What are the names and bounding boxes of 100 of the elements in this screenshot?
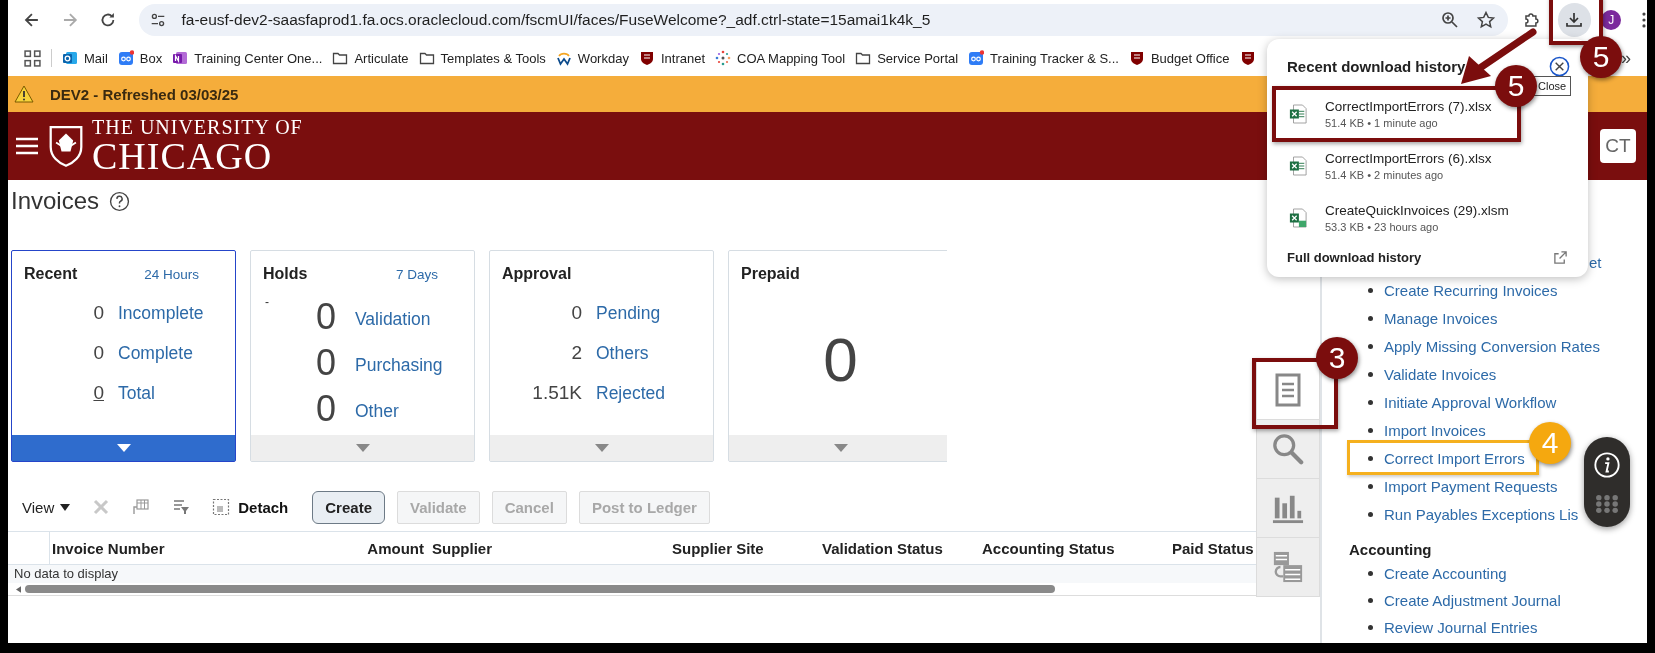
bookmark[interactable]: Box <box>117 50 163 66</box>
task-link[interactable]: et <box>1589 253 1602 271</box>
task-link[interactable]: Correct Import Errors <box>1384 449 1525 467</box>
column-header[interactable]: Amount <box>326 539 430 557</box>
summary-tile[interactable]: Holds 7 Days - 0 Validation 0 Purchasing 0 Other <box>250 250 475 462</box>
task-link[interactable]: Create Recurring Invoices <box>1384 281 1558 299</box>
logo-text: THE UNIVERSITY OF <box>92 117 303 137</box>
download-item[interactable]: CreateQuickInvoices (29).xlsm 53.3 KB • 23 hours ago <box>1267 196 1517 240</box>
summary-tile[interactable]: Prepaid 0 <box>728 250 947 462</box>
column-header[interactable]: Supplier <box>430 539 670 557</box>
help-icon[interactable] <box>109 190 131 212</box>
column-header[interactable]: Invoice Number <box>50 539 326 557</box>
tile-title: Recent <box>24 265 78 283</box>
export-table-icon[interactable] <box>132 498 151 516</box>
star-icon[interactable] <box>1475 10 1496 30</box>
period-link[interactable]: 24 Hours <box>144 267 199 282</box>
count-link[interactable]: Rejected <box>596 381 713 405</box>
workday-icon <box>555 50 572 66</box>
download-icon <box>1564 10 1585 30</box>
spreadsheet-icon <box>1289 156 1307 176</box>
bookmark[interactable]: Budget Office <box>1128 50 1230 66</box>
count-value: 0 <box>92 301 104 325</box>
mail-app-icon <box>62 50 78 66</box>
caret-icon <box>355 444 370 452</box>
count-link[interactable]: Incomplete <box>118 301 235 325</box>
task-link[interactable]: Create Accounting <box>1384 565 1507 582</box>
count-link[interactable]: Other <box>355 389 474 431</box>
task-link[interactable]: Create Adjustment Journal <box>1384 592 1561 609</box>
file-details: 51.4 KB • 1 minute ago <box>1325 117 1439 129</box>
bookmark[interactable]: Training Center One... <box>172 50 323 66</box>
url-text: fa-eusf-dev2-saasfaprod1.fa.ocs.oraclecloud.com/fscmUI/faces/FuseWelcome?_adf.ctrl-state=15amai1k4k_5 <box>181 11 931 29</box>
logo-text: CHICAGO <box>92 137 274 175</box>
task-link[interactable]: Import Invoices <box>1384 421 1486 439</box>
bookmark[interactable]: COA Mapping Tool <box>715 50 846 66</box>
side-tab[interactable] <box>1256 420 1320 479</box>
macro-spreadsheet-icon <box>1289 208 1307 228</box>
zoom-icon[interactable] <box>1439 10 1460 30</box>
file-name: CorrectImportErrors (7).xlsx <box>1325 99 1492 114</box>
close-icon[interactable] <box>1549 55 1570 77</box>
task-link[interactable]: Review Journal Entries <box>1384 619 1538 636</box>
task-link[interactable]: Initiate Approval Workflow <box>1384 393 1557 411</box>
horizontal-scrollbar[interactable] <box>8 583 1256 596</box>
count-value: 0 <box>314 297 336 339</box>
menu-icon[interactable] <box>1641 10 1647 30</box>
download-button[interactable] <box>1557 3 1592 37</box>
count-link[interactable]: Pending <box>596 301 713 325</box>
detach-link[interactable]: Detach <box>238 498 289 516</box>
filter-icon[interactable] <box>172 498 191 516</box>
column-header[interactable]: Paid Status <box>1170 539 1256 557</box>
count-value: 0 <box>92 341 104 365</box>
bookmark[interactable]: Articulate <box>332 50 409 66</box>
spreadsheet-icon <box>1289 104 1307 124</box>
count-link[interactable]: Others <box>596 341 713 365</box>
file-details: 53.3 KB • 23 hours ago <box>1325 221 1440 233</box>
count-value: 0 <box>823 323 858 395</box>
menu-icon[interactable] <box>16 137 38 155</box>
view-menu[interactable]: View <box>22 498 55 516</box>
count-link[interactable]: Validation <box>355 297 474 339</box>
bookmark[interactable]: Intranet <box>638 50 705 66</box>
period-link[interactable]: 7 Days <box>395 267 438 282</box>
keypad-icon <box>1595 493 1619 514</box>
count-link[interactable]: Purchasing <box>355 343 474 385</box>
count-link[interactable]: Complete <box>118 341 235 365</box>
address-bar[interactable]: fa-eusf-dev2-saasfaprod1.fa.ocs.oraclecloud.com/fscmUI/faces/FuseWelcome?_adf.ctrl-state=15amai1k4k_5 <box>139 4 1508 36</box>
empty-message: No data to display <box>8 565 1256 583</box>
column-header[interactable]: Supplier Site <box>670 539 820 557</box>
page-title: Invoices <box>11 187 100 215</box>
count-link[interactable]: Total <box>118 381 235 405</box>
count-value: 0 <box>570 301 582 325</box>
summary-tile[interactable]: Approval 0 Pending 2 Others 1.51K Rejected <box>489 250 714 462</box>
full-history-link[interactable]: Full download history <box>1287 250 1422 265</box>
shield-icon[interactable] <box>1239 50 1256 66</box>
help-widget[interactable] <box>1584 437 1630 527</box>
bookmark[interactable]: Workday <box>555 50 629 66</box>
more-bookmarks[interactable]: » <box>1621 47 1631 69</box>
bookmark[interactable]: Mail <box>62 50 108 66</box>
profile-avatar[interactable]: J <box>1601 10 1622 30</box>
column-header[interactable]: Accounting Status <box>980 539 1170 557</box>
task-link[interactable]: Import Payment Requests <box>1384 477 1558 495</box>
bookmark[interactable]: Service Portal <box>855 50 959 66</box>
task-link[interactable]: Apply Missing Conversion Rates <box>1384 337 1600 355</box>
download-item[interactable]: CorrectImportErrors (6).xlsx 51.4 KB • 2 minutes ago <box>1267 144 1500 188</box>
task-link[interactable]: Run Payables Exceptions Lis <box>1384 505 1579 523</box>
bookmark[interactable]: Training Tracker & S... <box>968 50 1119 66</box>
tile-title: Holds <box>263 265 308 283</box>
count-value: 2 <box>570 341 582 365</box>
environment-text: DEV2 - Refreshed 03/03/25 <box>50 85 239 103</box>
open-external-icon[interactable] <box>1553 250 1568 265</box>
user-avatar[interactable]: CT <box>1600 129 1636 163</box>
task-link[interactable]: Validate Invoices <box>1384 365 1497 383</box>
task-link[interactable]: Manage Invoices <box>1384 309 1498 327</box>
detach-icon[interactable] <box>212 498 231 516</box>
column-header[interactable]: Validation Status <box>820 539 980 557</box>
folder-icon <box>855 50 872 66</box>
bookmark[interactable]: Templates & Tools <box>418 50 546 66</box>
scroll-left-icon[interactable] <box>16 585 21 593</box>
apps-grid-icon[interactable] <box>24 49 41 67</box>
summary-tile[interactable]: Recent 24 Hours 0 Incomplete 0 Complete 0 Total <box>11 250 236 462</box>
search-icon <box>1272 432 1304 466</box>
toolbar-button[interactable]: Create <box>312 490 385 524</box>
